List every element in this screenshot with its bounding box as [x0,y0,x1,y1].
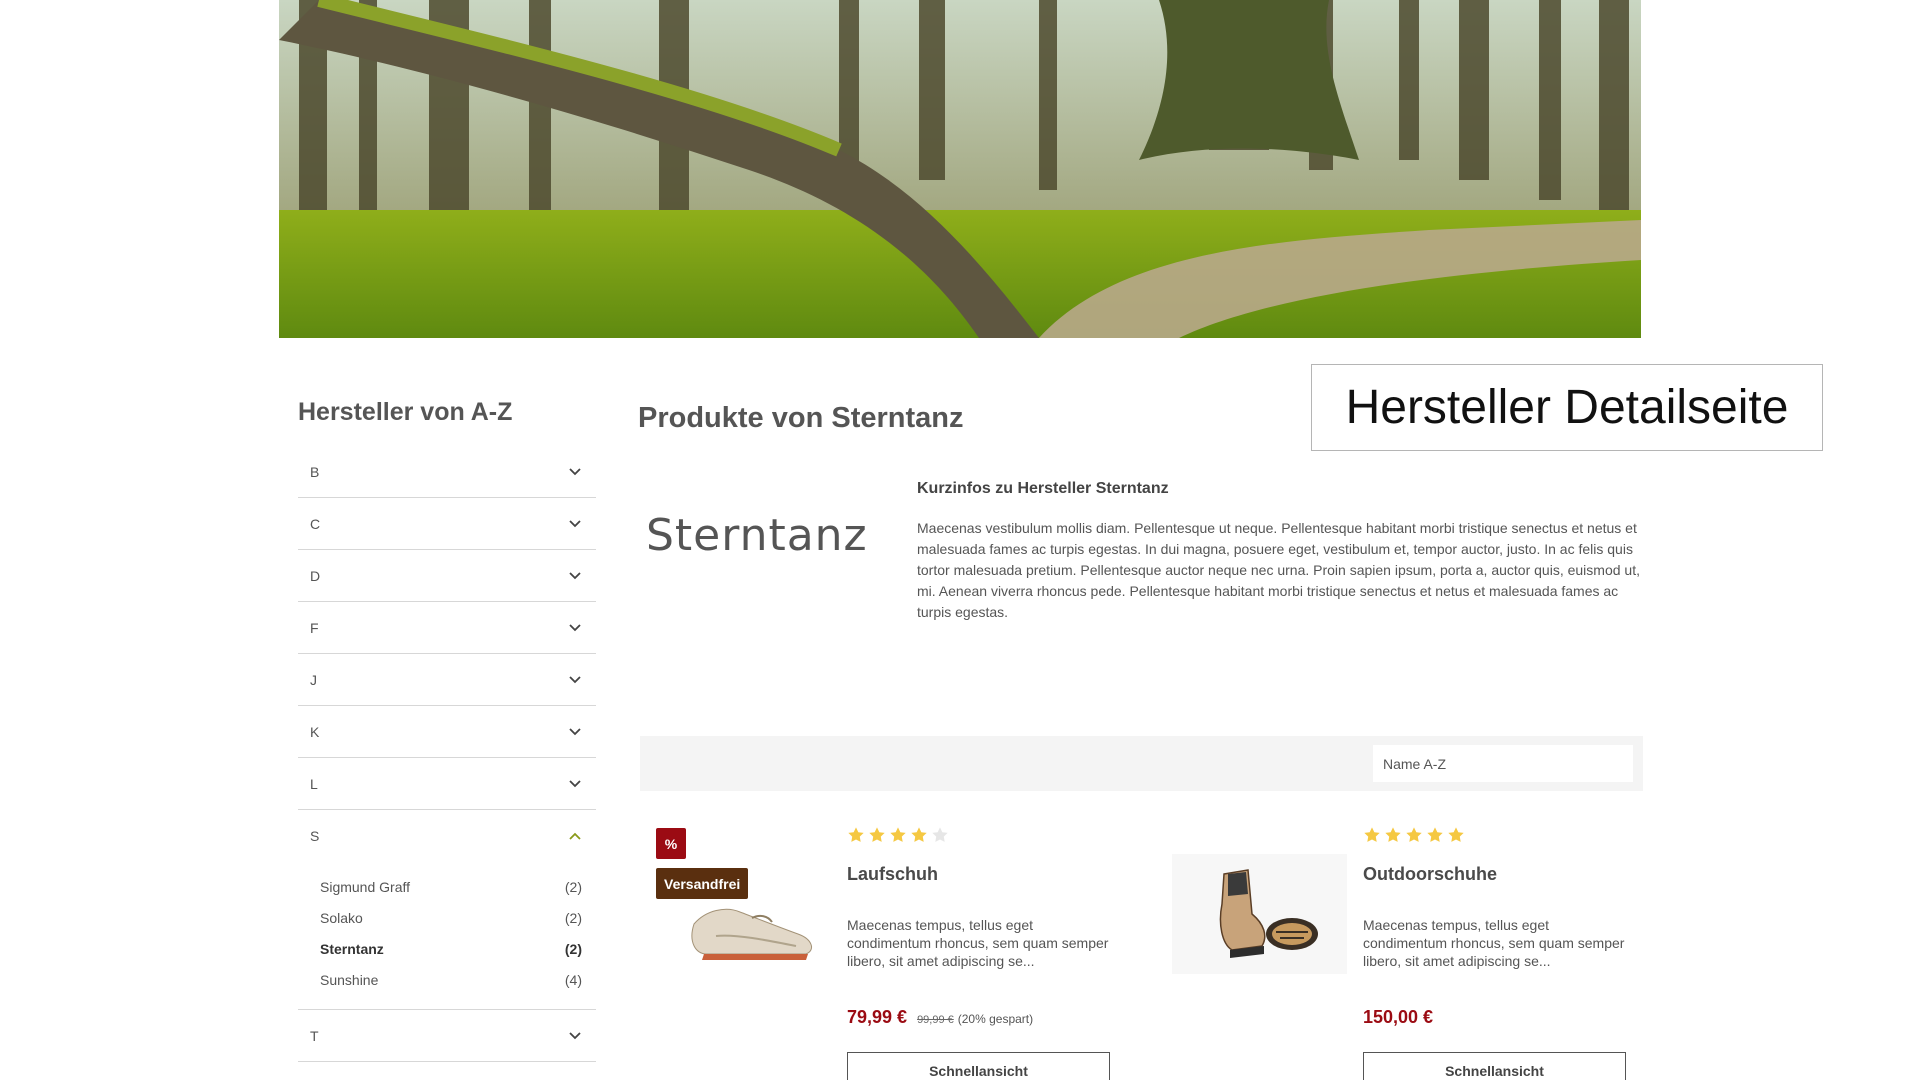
manufacturer-name: Sunshine [320,971,379,988]
star-empty-icon [932,827,948,842]
sidebar-title: Hersteller von A-Z [298,398,513,426]
chevron-down-icon [568,517,582,531]
manufacturer-name: Sterntanz [320,940,384,957]
chevron-down-icon [568,569,582,583]
manufacturer-link-solako[interactable]: Solako (2) [320,902,596,933]
accordion-group-f: F [298,602,596,654]
product-image-hiking-boots[interactable] [1172,854,1347,974]
star-filled-icon [869,827,885,842]
accordion-letter: L [310,775,318,792]
chevron-down-icon [568,777,582,791]
product-old-price: 99,99 € [917,1014,954,1026]
accordion-group-c: C [298,498,596,550]
accordion-group-j: J [298,654,596,706]
accordion-toggle-f[interactable]: F [298,602,596,653]
product-price: 79,99 € [847,1007,908,1027]
product-name[interactable]: Laufschuh [847,864,1117,885]
accordion-toggle-j[interactable]: J [298,654,596,705]
manufacturer-count: (4) [564,971,582,988]
discount-badge: % [656,828,686,859]
accordion-group-b: B [298,446,596,498]
accordion-letter: F [310,619,319,636]
star-filled-icon [1448,827,1464,842]
accordion-group-k: K [298,706,596,758]
star-filled-icon [1364,827,1380,842]
chevron-down-icon [568,1029,582,1043]
rating-stars [1363,826,1633,848]
accordion-toggle-d[interactable]: D [298,550,596,601]
accordion-letter: B [310,463,320,480]
sort-select[interactable]: Name A-Z [1373,745,1633,782]
accordion-toggle-w[interactable]: W [298,1062,596,1080]
chevron-down-icon [568,465,582,479]
star-filled-icon [911,827,927,842]
accordion-group-t: T [298,1010,596,1062]
accordion-group-l: L [298,758,596,810]
manufacturer-name: Solako [320,909,363,926]
accordion-toggle-b[interactable]: B [298,446,596,497]
product-info: Outdoorschuhe Maecenas tempus, tellus eg… [1363,824,1633,1080]
manufacturer-link-sunshine[interactable]: Sunshine (4) [320,964,596,995]
star-filled-icon [848,827,864,842]
manufacturer-name: Sigmund Graff [320,878,411,895]
accordion-toggle-t[interactable]: T [298,1010,596,1061]
product-description: Maecenas tempus, tellus eget condimentum… [1363,917,1625,969]
quick-view-button[interactable]: Schnellansicht [1363,1052,1626,1080]
star-filled-icon [1427,827,1443,842]
chevron-down-icon [568,621,582,635]
accordion-toggle-l[interactable]: L [298,758,596,809]
accordion-group-w: W [298,1062,596,1080]
product-price-block: 79,99 € 99,99 € (20% gespart) [847,1007,1117,1028]
manufacturer-info-text: Maecenas vestibulum mollis diam. Pellent… [917,520,1640,620]
manufacturer-sidebar: Hersteller von A-Z B C D F J K L S Sigmu… [298,398,596,1080]
product-card: Outdoorschuhe Maecenas tempus, tellus eg… [1172,824,1652,1080]
accordion-letter: D [310,567,321,584]
accordion-letter: K [310,723,320,740]
star-filled-icon [1385,827,1401,842]
star-filled-icon [890,827,906,842]
product-price-block: 150,00 € [1363,1007,1633,1028]
accordion-letter: S [310,827,320,844]
manufacturer-info-title: Kurzinfos zu Hersteller Sterntanz [917,480,1169,497]
page-label-callout: Hersteller Detailseite [1311,364,1823,451]
manufacturer-link-sterntanz[interactable]: Sterntanz (2) [320,933,596,964]
product-info: Laufschuh Maecenas tempus, tellus eget c… [847,824,1117,1080]
accordion-group-s: S Sigmund Graff (2) Solako (2) Sterntanz… [298,810,596,1010]
accordion-letter: J [310,671,317,688]
accordion-letter: C [310,515,321,532]
hero-banner-image [279,0,1641,338]
star-filled-icon [1406,827,1422,842]
product-savings: (20% gespart) [957,1012,1034,1026]
product-card: % Versandfrei Laufschuh Maecenas tempus,… [656,824,1136,1080]
free-shipping-badge: Versandfrei [656,868,749,899]
accordion-toggle-k[interactable]: K [298,706,596,757]
manufacturer-link-sigmund-graff[interactable]: Sigmund Graff (2) [320,871,596,902]
accordion-toggle-c[interactable]: C [298,498,596,549]
chevron-down-icon [568,673,582,687]
brand-logo: Sterntanz [646,510,868,561]
accordion-toggle-s[interactable]: S [298,810,596,861]
chevron-down-icon [568,725,582,739]
manufacturer-count: (2) [564,940,582,957]
product-name[interactable]: Outdoorschuhe [1363,864,1633,885]
sorting-toolbar: Name A-Z [640,736,1643,791]
manufacturer-count: (2) [564,909,582,926]
accordion-group-d: D [298,550,596,602]
manufacturer-count: (2) [564,878,582,895]
product-description: Maecenas tempus, tellus eget condimentum… [847,917,1109,969]
accordion-letter: T [310,1027,319,1044]
rating-stars [847,826,1117,848]
product-price: 150,00 € [1363,1007,1434,1027]
manufacturer-list-s: Sigmund Graff (2) Solako (2) Sterntanz (… [298,861,596,1009]
chevron-up-icon [568,829,582,843]
quick-view-button[interactable]: Schnellansicht [847,1052,1110,1080]
page-title: Produkte von Sterntanz [638,402,964,434]
